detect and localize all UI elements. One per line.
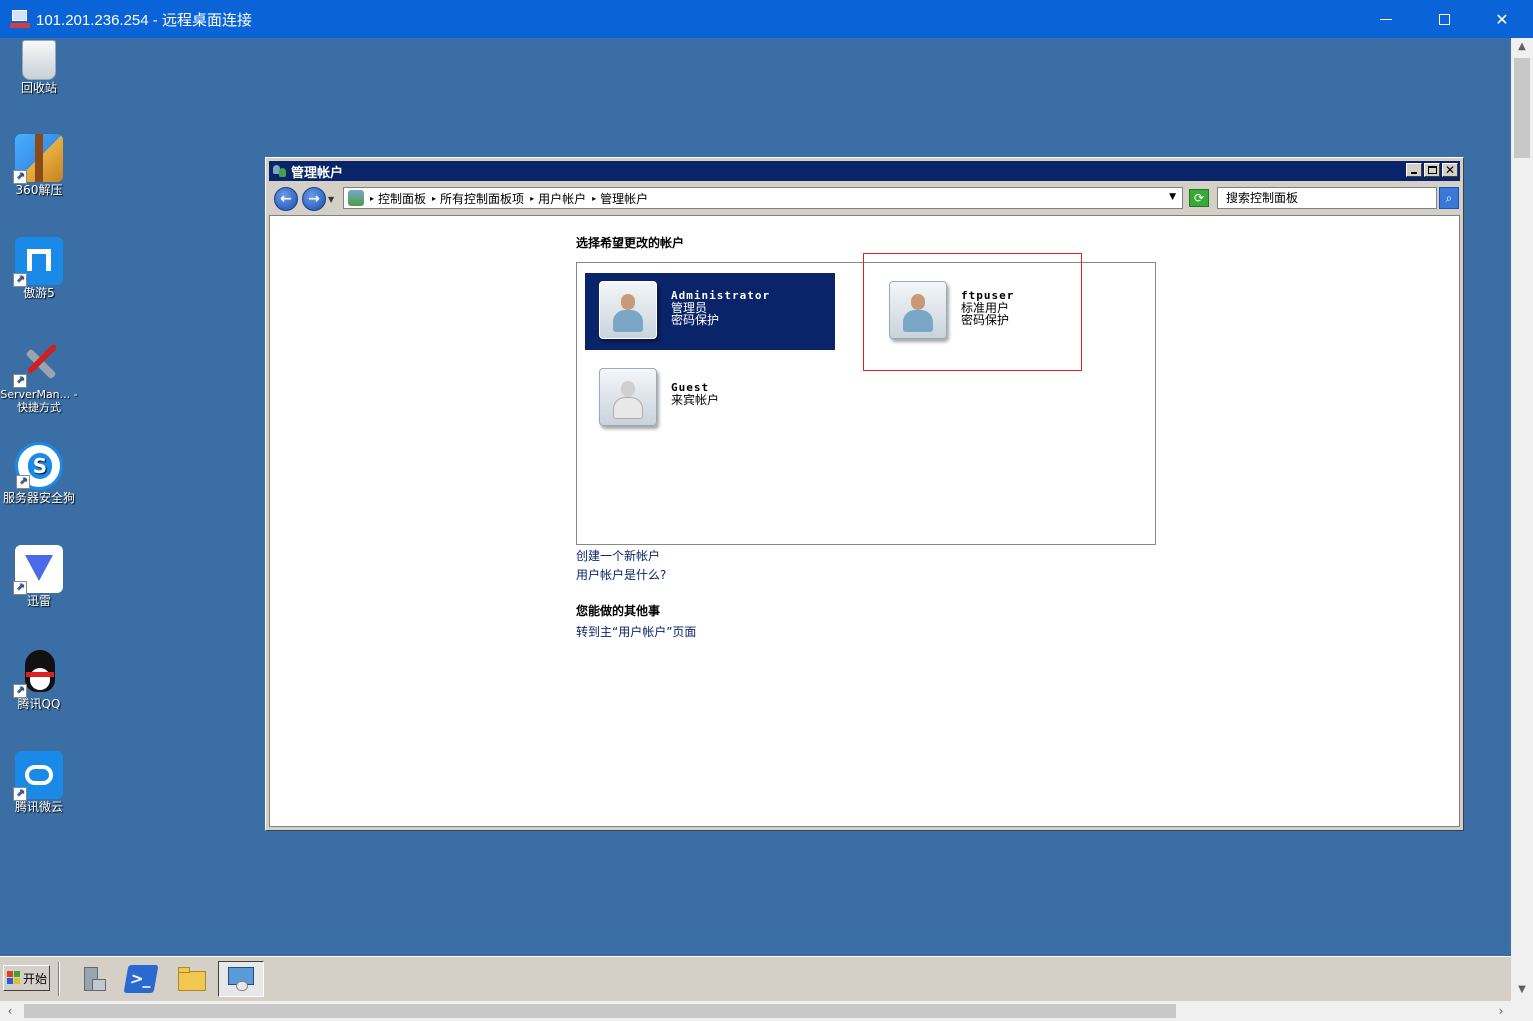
breadcrumb-chevron-icon[interactable]: ▸: [370, 194, 374, 203]
weiyun-cloud-icon: ↗: [13, 751, 63, 801]
forward-button[interactable]: →: [302, 187, 326, 211]
taskbar-explorer[interactable]: [168, 961, 214, 997]
main-user-accounts-link[interactable]: 转到主“用户帐户”页面: [576, 623, 696, 640]
maximize-icon: [1428, 166, 1437, 174]
shortcut-arrow-icon: ↗: [13, 684, 27, 698]
control-panel-icon: [226, 965, 256, 993]
user-avatar-icon: [599, 281, 657, 339]
window-maximize-button[interactable]: [1424, 163, 1440, 177]
refresh-icon: ⟳: [1193, 191, 1205, 205]
scroll-left-icon[interactable]: ‹: [0, 1001, 20, 1021]
window-title: 管理帐户: [291, 165, 344, 181]
window-close-button[interactable]: ✕: [1442, 163, 1458, 177]
scroll-up-icon[interactable]: ▲: [1511, 38, 1533, 56]
horizontal-scrollbar[interactable]: ‹ ›: [0, 1001, 1511, 1021]
qq-penguin-icon: ↗: [13, 648, 63, 698]
taskbar-server-manager[interactable]: [70, 961, 116, 997]
desktop-icon-360zip[interactable]: ↗ 360解压: [0, 134, 78, 197]
minimize-button[interactable]: [1357, 0, 1415, 38]
breadcrumb-manage-accounts[interactable]: 管理帐户: [600, 190, 648, 207]
recycle-bin-icon: [22, 40, 56, 80]
create-account-link[interactable]: 创建一个新帐户: [576, 547, 660, 564]
scrollbar-thumb[interactable]: [1514, 58, 1530, 158]
window-minimize-button[interactable]: [1406, 163, 1422, 177]
maxthon-browser-icon: ↗: [13, 237, 63, 287]
scrollbar-thumb[interactable]: [24, 1004, 1176, 1018]
maximize-icon: [1438, 13, 1450, 25]
back-button[interactable]: ←: [274, 187, 298, 211]
taskbar-separator: [58, 962, 60, 996]
annotation-highlight-box: [863, 253, 1082, 371]
select-account-heading: 选择希望更改的帐户: [576, 236, 685, 250]
start-button[interactable]: 开始: [3, 965, 50, 991]
windows-flag-icon: [7, 971, 21, 985]
guest-avatar-icon: [599, 368, 657, 426]
address-bar[interactable]: ▸ 控制面板 ▸ 所有控制面板项 ▸ 用户帐户 ▸ 管理帐户 ▼: [343, 187, 1183, 209]
account-administrator[interactable]: Administrator 管理员 密码保护: [585, 273, 835, 350]
close-icon: ✕: [1495, 9, 1509, 29]
maximize-button[interactable]: [1415, 0, 1473, 38]
manage-accounts-window: 管理帐户 ✕ ← → ▼ ▸ 控制面板 ▸ 所有控制面板项 ▸ 用户帐户 ▸ 管…: [265, 157, 1464, 831]
shortcut-arrow-icon: ↗: [13, 787, 27, 801]
breadcrumb-user-accounts[interactable]: 用户帐户: [538, 190, 586, 207]
shortcut-arrow-icon: ↗: [13, 581, 27, 595]
arrow-right-icon: →: [308, 191, 320, 207]
other-tasks-heading: 您能做的其他事: [576, 604, 661, 618]
search-input[interactable]: 搜索控制面板: [1217, 187, 1437, 209]
breadcrumb-chevron-icon[interactable]: ▸: [530, 194, 534, 203]
desktop-icon-recycle-bin[interactable]: 回收站: [0, 40, 78, 95]
breadcrumb-chevron-icon[interactable]: ▸: [432, 194, 436, 203]
start-label: 开始: [23, 971, 48, 986]
remote-desktop-icon: [10, 9, 30, 29]
desktop-icon-weiyun[interactable]: ↗ 腾讯微云: [0, 751, 78, 814]
refresh-button[interactable]: ⟳: [1189, 189, 1209, 207]
search-button[interactable]: ⌕: [1439, 187, 1459, 209]
archive-icon: ↗: [13, 134, 63, 184]
user-accounts-icon: [272, 163, 288, 179]
desktop-icon-safedog[interactable]: S ↗ 服务器安全狗: [0, 442, 78, 505]
desktop-icon-maxthon[interactable]: ↗ 傲游5: [0, 237, 78, 300]
server-manager-icon: [78, 965, 108, 993]
rdp-title-text: 101.201.236.254 - 远程桌面连接: [36, 11, 252, 29]
server-manager-icon: ↗: [13, 338, 63, 388]
breadcrumb-all-items[interactable]: 所有控制面板项: [440, 190, 524, 207]
desktop-icon-servermanager[interactable]: ↗ ServerMan... - 快捷方式: [0, 338, 78, 414]
navigation-bar: ← → ▼ ▸ 控制面板 ▸ 所有控制面板项 ▸ 用户帐户 ▸ 管理帐户 ▼ ⟳…: [269, 184, 1460, 214]
shortcut-arrow-icon: ↗: [16, 475, 30, 489]
shortcut-arrow-icon: ↗: [13, 170, 27, 184]
breadcrumb-control-panel[interactable]: 控制面板: [378, 190, 426, 207]
vertical-scrollbar[interactable]: ▲ ▼: [1511, 38, 1533, 1001]
scroll-down-icon[interactable]: ▼: [1511, 981, 1533, 999]
search-icon: ⌕: [1445, 191, 1453, 205]
explorer-folder-icon: [176, 965, 206, 993]
control-panel-icon: [348, 190, 364, 206]
window-title-bar[interactable]: 管理帐户 ✕: [269, 161, 1460, 181]
taskbar-control-panel[interactable]: [218, 961, 264, 997]
safedog-icon: S ↗: [15, 442, 63, 490]
recent-pages-dropdown[interactable]: ▼: [328, 195, 334, 204]
minimize-icon: [1380, 18, 1392, 20]
account-guest[interactable]: Guest 来宾帐户: [599, 368, 719, 426]
content-pane: 选择希望更改的帐户 Administrator 管理员 密码保护 ftpuser…: [269, 215, 1460, 827]
scrollbar-corner: [1511, 1001, 1533, 1021]
arrow-left-icon: ←: [280, 191, 292, 207]
powershell-icon: >_: [123, 965, 159, 993]
shortcut-arrow-icon: ↗: [13, 273, 27, 287]
close-icon: ✕: [1445, 163, 1456, 177]
taskbar: 开始 >_: [0, 956, 1511, 1001]
thunder-icon: ↗: [13, 545, 63, 595]
address-dropdown-icon[interactable]: ▼: [1169, 192, 1176, 202]
minimize-icon: [1411, 172, 1417, 174]
rdp-title-bar[interactable]: 101.201.236.254 - 远程桌面连接: [0, 0, 1533, 38]
what-is-user-account-link[interactable]: 用户帐户是什么?: [576, 566, 666, 583]
desktop-icon-thunder[interactable]: ↗ 迅雷: [0, 545, 78, 608]
scroll-right-icon[interactable]: ›: [1491, 1001, 1511, 1021]
account-status: 密码保护: [671, 313, 720, 327]
shortcut-arrow-icon: ↗: [13, 374, 27, 388]
desktop-icon-qq[interactable]: ↗ 腾讯QQ: [0, 648, 78, 711]
account-type: 来宾帐户: [671, 393, 720, 407]
taskbar-powershell[interactable]: >_: [118, 961, 164, 997]
close-button[interactable]: ✕: [1473, 0, 1531, 38]
breadcrumb-chevron-icon[interactable]: ▸: [592, 194, 596, 203]
